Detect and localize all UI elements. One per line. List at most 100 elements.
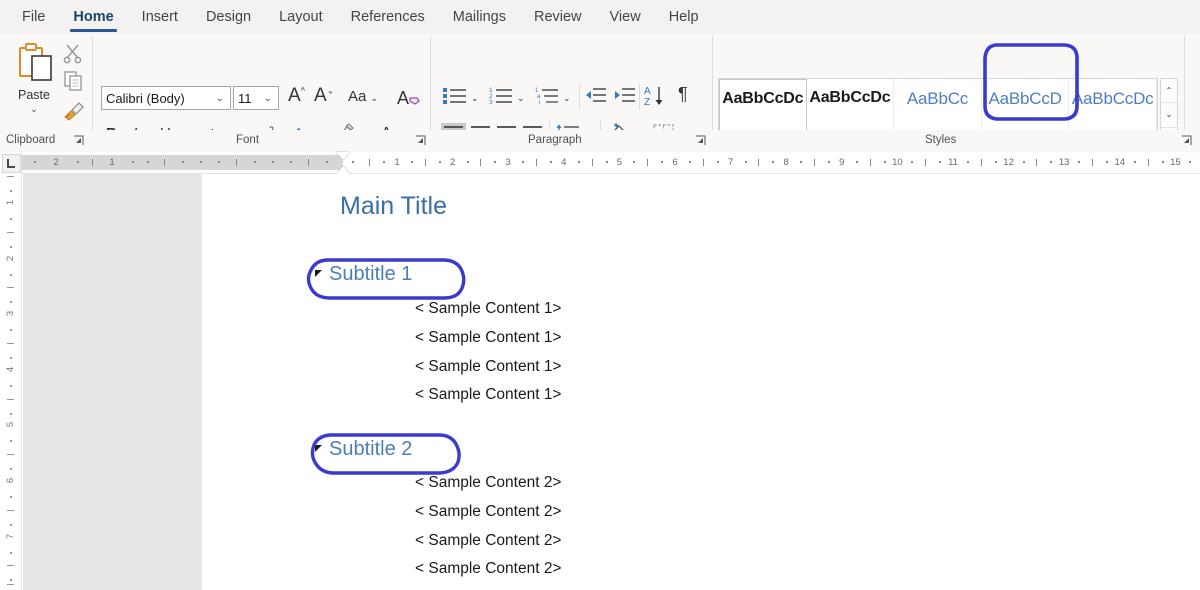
- document-page[interactable]: Main Title Subtitle 1 < Sample Content 1> <…: [202, 174, 1200, 590]
- ribbon-tab-review[interactable]: Review: [520, 2, 596, 34]
- ruler-minor-tick: [716, 161, 719, 163]
- shrink-font-label: A: [314, 85, 327, 106]
- document-body-line[interactable]: < Sample Content 1>: [415, 329, 562, 347]
- multilevel-list-button[interactable]: 1 a i: [535, 86, 559, 111]
- cut-button[interactable]: [62, 42, 84, 69]
- document-heading-label: Subtitle 1: [329, 263, 413, 285]
- multilevel-caret-icon[interactable]: ⌄: [563, 94, 571, 103]
- first-line-indent-marker[interactable]: [336, 152, 350, 160]
- ribbon-tab-mailings[interactable]: Mailings: [439, 2, 520, 34]
- sort-button[interactable]: A Z: [644, 84, 668, 113]
- ruler-minor-tick: [1036, 159, 1038, 166]
- decrease-indent-icon: [586, 88, 606, 102]
- document-body-line[interactable]: < Sample Content 1>: [415, 358, 562, 376]
- ribbon-tab-layout[interactable]: Layout: [265, 2, 337, 34]
- ruler-minor-tick: [200, 161, 202, 163]
- ruler-minor-tick: [10, 190, 12, 192]
- ruler-tick-value: 1: [5, 199, 17, 206]
- document-body-line[interactable]: < Sample Content 2>: [415, 474, 562, 492]
- document-body-line[interactable]: < Sample Content 1>: [415, 386, 562, 404]
- ruler-minor-tick: [10, 356, 12, 359]
- increase-indent-icon: [615, 88, 635, 102]
- ruler-tick-label: 5: [0, 419, 21, 430]
- ruler-minor-tick: [758, 159, 760, 166]
- bullets-button[interactable]: [443, 86, 467, 111]
- style-preview: AaBbCcDc: [809, 89, 891, 106]
- group-label-paragraph: Paragraph: [528, 134, 582, 146]
- ruler-minor-tick: [10, 384, 12, 387]
- ribbon-tab-file[interactable]: File: [8, 2, 59, 34]
- font-dialog-launcher[interactable]: [414, 135, 426, 147]
- ruler-minor-tick: [1133, 161, 1136, 163]
- ruler-minor-tick: [272, 161, 274, 163]
- ruler-minor-tick: [10, 523, 12, 526]
- styles-dialog-launcher[interactable]: [1180, 135, 1192, 147]
- paragraph-dialog-launcher[interactable]: [694, 135, 706, 147]
- horizontal-ruler[interactable]: 2 1 1 2 3 4 5 6 7 8 9 10 11 12 13 14 15: [22, 152, 1200, 174]
- document-heading-1[interactable]: Subtitle 1: [315, 263, 412, 286]
- collapse-triangle-icon[interactable]: [315, 444, 322, 452]
- vertical-ruler[interactable]: 1 2 3 4 5 6 7: [0, 152, 22, 590]
- ruler-tick-label: 2: [0, 253, 21, 264]
- ribbon-tab-references[interactable]: References: [337, 2, 439, 34]
- tab-stop-left-icon: [7, 159, 15, 168]
- styles-scroll-down-button[interactable]: ⌄: [1161, 103, 1177, 128]
- ribbon-tab-view[interactable]: View: [596, 2, 655, 34]
- styles-scroll-up-button[interactable]: ⌃: [1161, 79, 1177, 104]
- ribbon-tab-help[interactable]: Help: [655, 2, 713, 34]
- ruler-minor-tick: [814, 159, 815, 166]
- numbering-caret-icon[interactable]: ⌄: [517, 94, 525, 103]
- clipboard-dialog-launcher[interactable]: [72, 135, 84, 147]
- font-size-input[interactable]: 11: [233, 86, 279, 110]
- ribbon-group-labels: Clipboard Font Paragraph Styles: [0, 130, 1200, 152]
- ribbon-tab-insert[interactable]: Insert: [128, 2, 192, 34]
- dialog-launcher-icon: [415, 135, 425, 145]
- word-window: File Home Insert Design Layout References Mail…: [0, 0, 1200, 590]
- collapse-triangle-icon[interactable]: [315, 269, 322, 277]
- ruler-minor-tick: [218, 161, 220, 163]
- grow-font-button[interactable]: A^: [288, 86, 305, 105]
- font-name-caret-icon[interactable]: ⌄: [216, 94, 224, 103]
- change-case-button[interactable]: Aa ⌄: [348, 89, 378, 104]
- document-body-line[interactable]: < Sample Content 2>: [415, 503, 562, 521]
- grow-font-label: A: [288, 85, 301, 106]
- format-painter-icon: [64, 102, 84, 121]
- group-divider: [579, 84, 580, 110]
- hanging-indent-marker[interactable]: [336, 166, 350, 174]
- show-formatting-marks-button[interactable]: ¶: [678, 85, 688, 103]
- numbering-button[interactable]: 1 2 3: [489, 86, 513, 111]
- ruler-minor-tick: [182, 161, 184, 163]
- paste-caret-icon[interactable]: ⌄: [8, 104, 60, 115]
- ruler-minor-tick: [772, 161, 775, 163]
- ruler-tick-label: 1: [394, 157, 400, 168]
- ruler-minor-tick: [254, 161, 256, 163]
- ribbon-tab-home[interactable]: Home: [59, 2, 127, 34]
- ruler-minor-tick: [966, 161, 969, 163]
- ruler-minor-tick: [480, 159, 482, 166]
- document-body-line[interactable]: < Sample Content 1>: [415, 300, 562, 318]
- ruler-minor-tick: [369, 159, 370, 166]
- ruler-tick-label: 7: [727, 157, 734, 168]
- font-name-input[interactable]: Calibri (Body): [101, 86, 231, 110]
- document-title[interactable]: Main Title: [340, 192, 447, 221]
- ruler-minor-tick: [925, 159, 927, 166]
- format-painter-button[interactable]: [62, 98, 86, 127]
- decrease-indent-button[interactable]: [585, 87, 607, 110]
- increase-indent-button[interactable]: [614, 87, 636, 110]
- document-body-line[interactable]: < Sample Content 2>: [415, 560, 562, 578]
- copy-button[interactable]: [62, 70, 84, 97]
- shrink-font-button[interactable]: A⌄: [314, 86, 334, 105]
- font-size-caret-icon[interactable]: ⌄: [264, 94, 272, 103]
- tab-stop-selector[interactable]: [2, 154, 21, 173]
- ribbon-tab-design[interactable]: Design: [192, 2, 265, 34]
- document-heading-2[interactable]: Subtitle 2: [315, 438, 412, 461]
- ruler-minor-tick: [591, 159, 593, 166]
- document-body-line[interactable]: < Sample Content 2>: [415, 532, 562, 550]
- bullets-caret-icon[interactable]: ⌄: [471, 94, 479, 103]
- clear-formatting-button[interactable]: A: [397, 86, 421, 112]
- ruler-minor-tick: [1092, 159, 1093, 166]
- ruler-tick-label: 5: [616, 157, 623, 168]
- paste-button[interactable]: Paste ⌄: [8, 40, 60, 126]
- ruler-tick-label: 7: [0, 531, 21, 542]
- ruler-minor-tick: [132, 161, 134, 163]
